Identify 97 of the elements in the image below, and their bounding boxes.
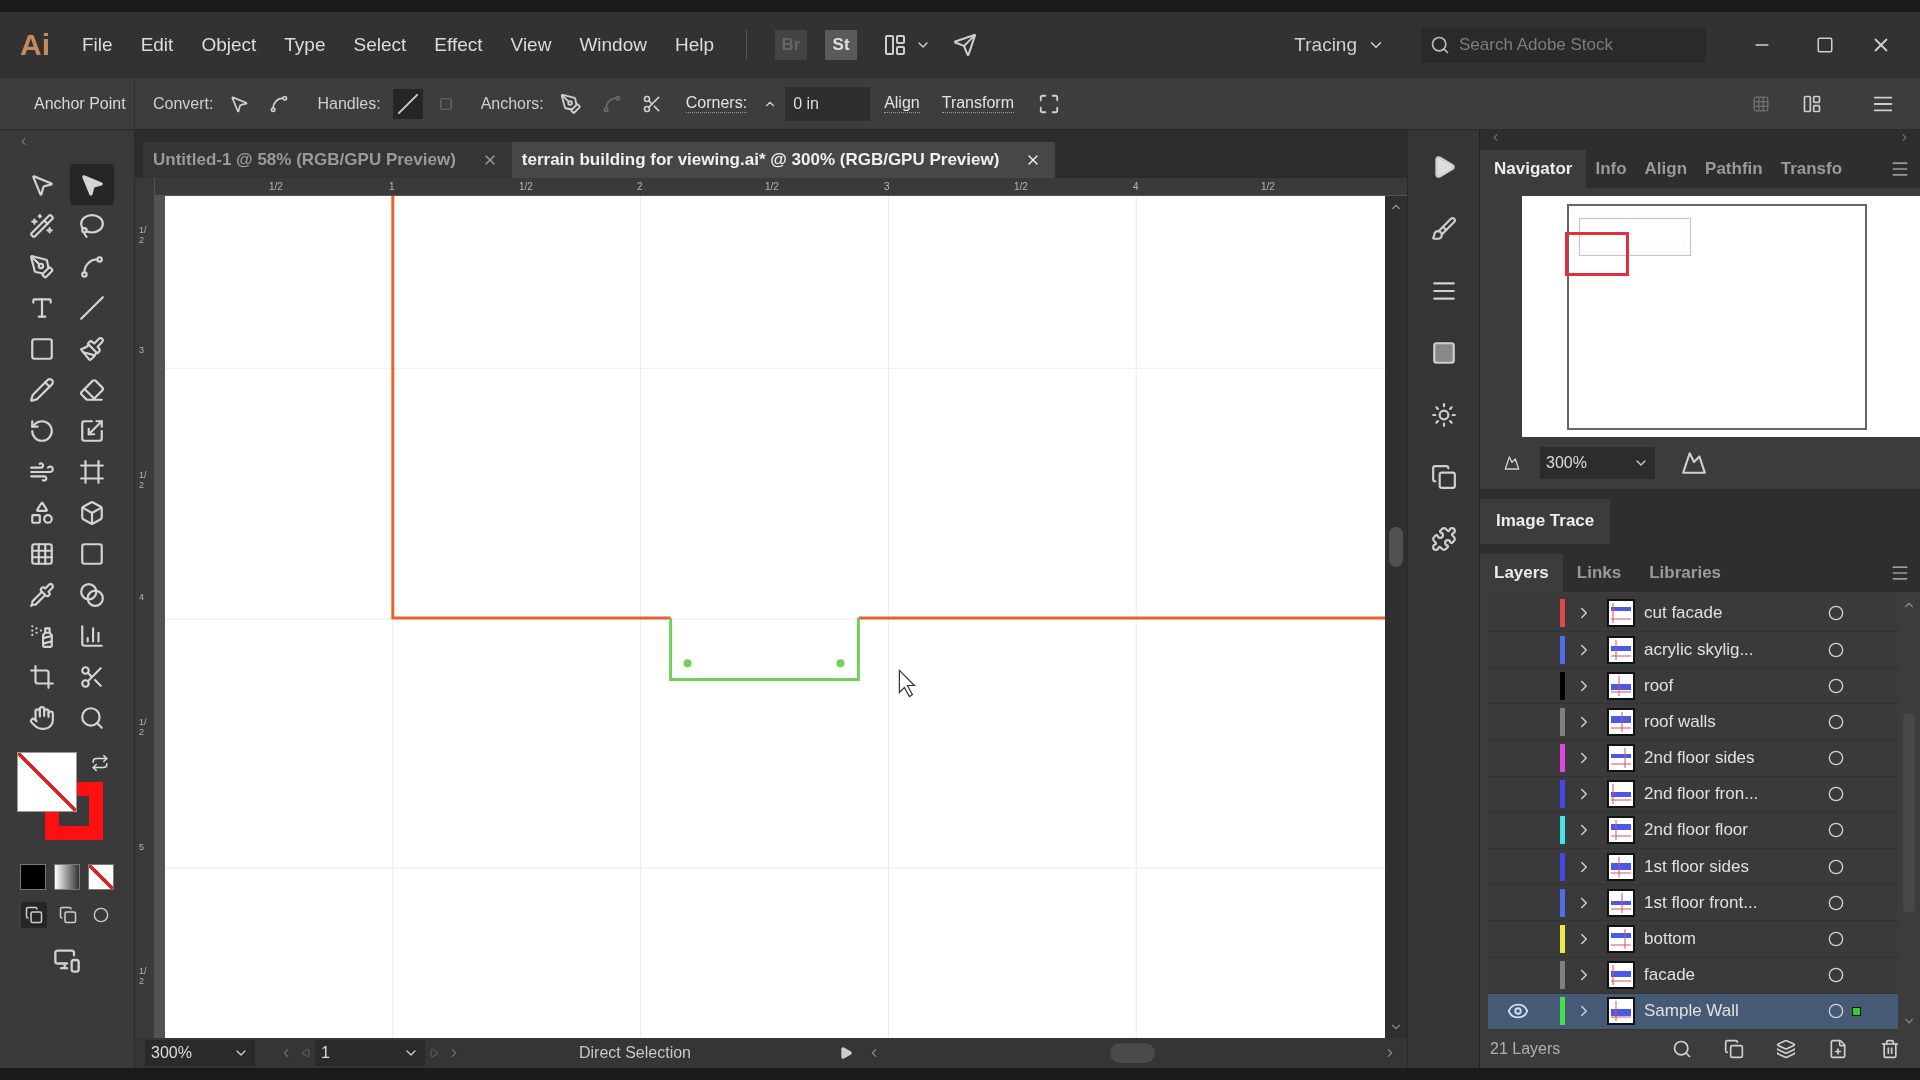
target-circle-icon[interactable] xyxy=(1828,858,1844,875)
target-circle-icon[interactable] xyxy=(1828,967,1844,984)
target-circle-icon[interactable] xyxy=(1828,1003,1844,1020)
target-circle-icon[interactable] xyxy=(1828,931,1844,948)
layer-name: cut facade xyxy=(1644,603,1724,624)
ruler-label: 5 xyxy=(139,843,144,853)
layer-name: 1st floor front... xyxy=(1644,892,1759,913)
panel-tab[interactable]: Layers xyxy=(1480,554,1563,592)
layer-thumbnail xyxy=(1607,707,1635,736)
app-launch-button[interactable]: St xyxy=(825,30,858,60)
layer-thumbnail xyxy=(1607,599,1635,628)
view-box[interactable] xyxy=(1565,231,1629,276)
align-link[interactable]: Align xyxy=(884,94,920,113)
ruler-label: 1/2 xyxy=(1261,182,1275,192)
panel-title[interactable]: Image Trace xyxy=(1480,498,1611,545)
search-icon[interactable] xyxy=(1430,35,1450,55)
panel-tab[interactable]: Transfo xyxy=(1771,149,1852,188)
menu-item[interactable]: Edit xyxy=(126,34,188,56)
gradient-swatch[interactable] xyxy=(54,864,80,890)
target-circle-icon[interactable] xyxy=(1828,786,1844,803)
layer-name: acrylic skylig... xyxy=(1644,639,1755,660)
layer-name: 2nd floor floor xyxy=(1644,820,1749,841)
ruler-label: 1/2 xyxy=(269,182,283,192)
panel-tab[interactable]: Pathfin xyxy=(1696,149,1772,188)
filled-arrow-pointer-icon[interactable] xyxy=(70,164,114,205)
menu-item[interactable]: File xyxy=(68,34,127,56)
search-field[interactable]: Search Adobe Stock xyxy=(1421,27,1706,63)
zoom-field[interactable]: 300% xyxy=(1540,446,1655,479)
anchors-label: Anchors: xyxy=(480,94,544,113)
layer-name: roof xyxy=(1644,675,1675,696)
scroll-thumb[interactable] xyxy=(1389,527,1403,567)
artboard-field[interactable]: 1 xyxy=(315,1040,425,1066)
target-circle-icon[interactable] xyxy=(1828,677,1844,694)
selection-indicator xyxy=(1852,1006,1861,1016)
target-circle-icon[interactable] xyxy=(1828,713,1844,730)
document-tab[interactable]: terrain building for viewing.ai* @ 300% (RGB/GPU Preview) xyxy=(511,142,1056,178)
menu-item[interactable]: View xyxy=(496,34,566,56)
corners-field[interactable]: 0 in xyxy=(785,86,871,121)
panel-tab[interactable]: Navigator xyxy=(1480,149,1587,188)
none-swatch[interactable] xyxy=(88,864,114,890)
ruler-label: 3 xyxy=(139,346,144,356)
layer-thumbnail xyxy=(1607,852,1635,881)
target-circle-icon[interactable] xyxy=(1828,822,1844,839)
target-circle-icon[interactable] xyxy=(1828,605,1844,622)
layer-name: roof walls xyxy=(1644,711,1717,732)
menu-item[interactable]: Type xyxy=(270,34,340,56)
fill-swatch[interactable] xyxy=(17,752,77,812)
ruler-label: 1 xyxy=(389,182,395,192)
workspace-switcher[interactable]: Tracing xyxy=(1294,34,1385,56)
layer-name: facade xyxy=(1644,965,1697,986)
ruler-label: 2 xyxy=(637,182,643,192)
transform-link[interactable]: Transform xyxy=(941,94,1014,113)
panel-tab[interactable]: Align xyxy=(1635,149,1697,188)
layer-count: 21 Layers xyxy=(1490,1040,1561,1058)
document-tab[interactable]: Untitled-1 @ 58% (RGB/GPU Preview) xyxy=(143,142,512,178)
convert-label: Convert: xyxy=(153,94,214,113)
color-swatch[interactable] xyxy=(20,864,46,890)
swap-icon[interactable] xyxy=(91,754,109,772)
target-circle-icon[interactable] xyxy=(1828,641,1844,658)
cursor-icon xyxy=(898,668,916,698)
layer-thumbnail xyxy=(1607,961,1635,990)
ruler-label: 1/2 xyxy=(765,182,779,192)
panel-tab[interactable]: Links xyxy=(1562,554,1636,592)
status-tool-text: Direct Selection xyxy=(577,1044,692,1062)
layer-thumbnail xyxy=(1607,671,1635,700)
layer-thumbnail xyxy=(1607,888,1635,917)
layer-thumbnail xyxy=(1607,744,1635,773)
target-circle-icon[interactable] xyxy=(1828,894,1844,911)
menu-item[interactable]: Help xyxy=(660,34,729,56)
ruler-label: 3 xyxy=(884,182,890,192)
layer-name: bottom xyxy=(1644,929,1697,950)
layer-name: 1st floor sides xyxy=(1644,856,1750,877)
target-circle-icon[interactable] xyxy=(1828,750,1844,767)
app-logo: Ai xyxy=(20,28,50,62)
corners-link[interactable]: Corners: xyxy=(685,94,748,113)
layer-thumbnail xyxy=(1607,635,1635,664)
layer-thumbnail xyxy=(1607,997,1635,1026)
ruler-label: 4 xyxy=(1133,182,1139,192)
panel-tab[interactable]: Info xyxy=(1586,149,1636,188)
layer-thumbnail xyxy=(1607,816,1635,845)
zoom-field[interactable]: 300% xyxy=(145,1040,255,1066)
menu-item[interactable]: Select xyxy=(339,34,421,56)
layer-row[interactable]: Sample Wall xyxy=(1488,993,1898,1030)
ruler-label: 1/2 xyxy=(519,182,533,192)
ruler-label: 4 xyxy=(139,593,144,603)
layer-name: 2nd floor fron... xyxy=(1644,784,1760,805)
panel-tab[interactable]: Libraries xyxy=(1635,554,1736,592)
layer-name: Sample Wall xyxy=(1644,1001,1740,1022)
layer-thumbnail xyxy=(1607,925,1635,954)
selected-tool-name: Anchor Point xyxy=(0,77,135,130)
menu-item[interactable]: Effect xyxy=(420,34,497,56)
handles-label: Handles: xyxy=(317,94,381,113)
layer-name: 2nd floor sides xyxy=(1644,748,1756,769)
menu-item[interactable]: Window xyxy=(565,34,661,56)
ruler-label: 1/2 xyxy=(1014,182,1028,192)
layer-thumbnail xyxy=(1607,780,1635,809)
menu-item[interactable]: Object xyxy=(187,34,271,56)
